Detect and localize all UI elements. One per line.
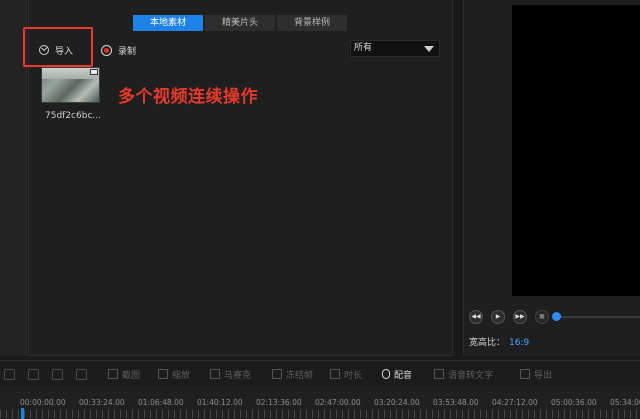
dub-button[interactable]: 配音 — [382, 367, 412, 381]
media-item-name: 75df2c6bc... — [45, 111, 101, 121]
duration-button[interactable]: 时长 — [330, 367, 362, 381]
import-button[interactable]: 导入 — [39, 42, 81, 58]
play-button[interactable]: ▶ — [491, 310, 505, 324]
record-button[interactable]: 录制 — [101, 42, 136, 58]
fast-forward-icon: ▶▶ — [515, 313, 525, 320]
media-thumbnail[interactable] — [41, 67, 100, 103]
playback-progress-knob[interactable] — [552, 312, 561, 321]
filter-value: 所有 — [354, 43, 373, 53]
trash-icon — [76, 368, 87, 380]
dub-label: 配音 — [394, 370, 413, 381]
rewind-icon: ◀◀ — [471, 313, 481, 320]
next-frame-button[interactable]: ▶▶ — [513, 310, 527, 324]
mosaic-label: 马赛克 — [224, 370, 252, 381]
speech-to-text-label: 语音转文字 — [448, 370, 494, 381]
freeze-frame-label: 冻结帧 — [286, 370, 314, 381]
timeline-tick-label: 03:53:48.00 — [433, 398, 479, 407]
edit-toolbar: 截图 缩放 马赛克 冻结帧 时长 配音 语音转文字 导出 — [0, 360, 640, 386]
aspect-ratio-value[interactable]: 16:9 — [509, 338, 529, 348]
prev-frame-button[interactable]: ◀◀ — [469, 310, 483, 324]
crop-button[interactable]: 截图 — [108, 367, 140, 381]
timeline-tick-label: 02:13:36.00 — [256, 398, 302, 407]
clock-icon — [330, 369, 340, 379]
tab-local-media[interactable]: 本地素材 — [133, 15, 203, 31]
record-icon — [101, 44, 112, 56]
export-label: 导出 — [534, 370, 553, 381]
chevron-down-icon — [424, 46, 434, 52]
media-filter-select[interactable]: 所有 — [350, 40, 440, 57]
duration-label: 时长 — [344, 370, 363, 381]
aspect-ratio-label: 宽高比： — [469, 338, 506, 348]
crop-label: 截图 — [122, 370, 141, 381]
scissors-icon — [52, 368, 63, 380]
media-tabs: 本地素材 精美片头 背景样例 — [133, 15, 349, 31]
timeline-tick-label: 01:06:48.00 — [138, 398, 184, 407]
export-icon — [520, 369, 530, 379]
aspect-ratio: 宽高比： 16:9 — [469, 335, 529, 348]
timeline-ruler-ticks — [0, 410, 640, 418]
zoom-button[interactable]: 缩放 — [158, 367, 190, 381]
timeline-tick-label: 05:34:00.00 — [610, 398, 640, 407]
timeline[interactable]: 00:00:00.00 00:33:24.00 01:06:48.00 01:40:1… — [0, 386, 640, 419]
microphone-icon — [382, 369, 390, 379]
stop-icon: ■ — [539, 313, 545, 320]
timeline-tick-label: 04:27:12.00 — [492, 398, 538, 407]
speech-to-text-icon — [434, 369, 444, 379]
timeline-tick-label: 00:33:24.00 — [79, 398, 125, 407]
preview-screen[interactable] — [512, 5, 640, 296]
timeline-tick-label: 01:40:12.00 — [197, 398, 243, 407]
mosaic-button[interactable]: 马赛克 — [210, 367, 251, 381]
split-icon — [28, 368, 39, 380]
stop-button[interactable]: ■ — [535, 310, 549, 324]
media-library-panel: 本地素材 精美片头 背景样例 导入 录制 所有 75df2c6bc... 多个视… — [23, 0, 453, 356]
timeline-playhead[interactable] — [21, 408, 24, 419]
freeze-frame-icon — [272, 369, 282, 379]
split-button[interactable] — [28, 367, 39, 381]
import-icon — [39, 45, 49, 55]
undo-icon — [4, 368, 15, 380]
playback-progress-bar[interactable] — [557, 316, 640, 318]
import-label: 导入 — [55, 46, 74, 57]
cut-button[interactable] — [52, 367, 63, 381]
speech-to-text-button[interactable]: 语音转文字 — [434, 367, 493, 381]
timeline-ruler: 00:00:00.00 00:33:24.00 01:06:48.00 01:40:1… — [0, 398, 640, 408]
undo-button[interactable] — [4, 367, 15, 381]
delete-button[interactable] — [76, 367, 87, 381]
tab-intro-templates[interactable]: 精美片头 — [205, 15, 275, 31]
freeze-frame-button[interactable]: 冻结帧 — [272, 367, 313, 381]
video-badge-icon — [90, 69, 98, 75]
export-button[interactable]: 导出 — [520, 367, 552, 381]
zoom-label: 缩放 — [172, 370, 191, 381]
app-window: 本地素材 精美片头 背景样例 导入 录制 所有 75df2c6bc... 多个视… — [0, 0, 640, 419]
preview-panel: ◀◀ ▶ ▶▶ ■ 宽高比： 16:9 — [463, 0, 640, 356]
timeline-tick-label: 05:00:36.00 — [551, 398, 597, 407]
timeline-tick-label: 03:20:24.00 — [374, 398, 420, 407]
crop-icon — [108, 369, 118, 379]
record-label: 录制 — [118, 46, 137, 57]
timeline-tick-label: 02:47:00.00 — [315, 398, 361, 407]
play-icon: ▶ — [495, 313, 501, 320]
mosaic-icon — [210, 369, 220, 379]
annotation-text: 多个视频连续操作 — [118, 87, 258, 107]
tab-background-samples[interactable]: 背景样例 — [277, 15, 347, 31]
zoom-icon — [158, 369, 168, 379]
timeline-tick-label: 00:00:00.00 — [20, 398, 66, 407]
